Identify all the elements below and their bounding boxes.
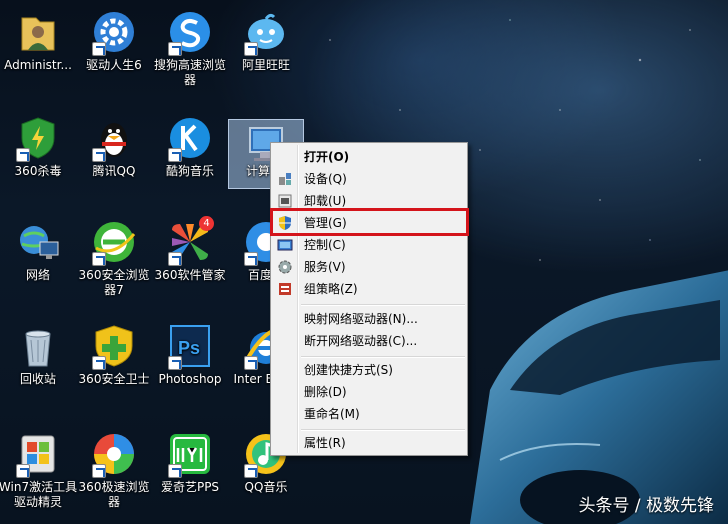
desktop-icon-iqiyi[interactable]: 爱奇艺PPS xyxy=(150,430,230,495)
desktop-icon-driver-life[interactable]: 驱动人生6 xyxy=(74,8,154,73)
shortcut-arrow-icon xyxy=(92,464,106,478)
services-gear-icon xyxy=(278,260,292,274)
desktop-icon-sogou-browser[interactable]: 搜狗高速浏览器 xyxy=(150,8,230,88)
group-policy-icon xyxy=(279,283,291,295)
desktop-icon-360-speed-browser[interactable]: 360极速浏览器 xyxy=(74,430,154,510)
menu-item-disconnect-network-drive[interactable]: 断开网络驱动器(C)... xyxy=(273,330,465,352)
network-icon xyxy=(20,226,59,259)
menu-separator xyxy=(301,304,465,306)
menu-item-properties[interactable]: 属性(R) xyxy=(273,432,465,454)
shortcut-arrow-icon xyxy=(16,464,30,478)
shortcut-arrow-icon xyxy=(244,356,258,370)
desktop-icon-network[interactable]: 网络 xyxy=(0,218,78,283)
manage-highlight-box xyxy=(270,208,469,236)
recycle-bin-icon xyxy=(25,330,51,367)
desktop-icon-win7-activator[interactable]: Win7激活工具驱动精灵 xyxy=(0,430,78,510)
desktop-icon-360-software-manager[interactable]: 4 360软件管家 xyxy=(150,216,230,283)
shortcut-arrow-icon xyxy=(244,464,258,478)
desktop-icon-qq[interactable]: 腾讯QQ xyxy=(74,114,154,179)
shortcut-arrow-icon xyxy=(92,42,106,56)
menu-item-delete[interactable]: 删除(D) xyxy=(273,381,465,403)
desktop-icon-360-antivirus[interactable]: 360杀毒 xyxy=(0,114,78,179)
menu-item-open[interactable]: 打开(O) xyxy=(273,146,465,168)
watermark: 头条号 / 极数先锋 xyxy=(578,496,714,516)
menu-item-map-network-drive[interactable]: 映射网络驱动器(N)... xyxy=(273,308,465,330)
shortcut-arrow-icon xyxy=(16,148,30,162)
svg-text:Ps: Ps xyxy=(178,338,200,358)
desktop-icon-recycle-bin[interactable]: 回收站 xyxy=(0,322,78,387)
update-count-badge: 4 xyxy=(199,216,214,231)
shortcut-arrow-icon xyxy=(168,464,182,478)
shortcut-arrow-icon xyxy=(168,42,182,56)
context-menu: 打开(O) 设备(Q) 卸载(U) 管理(G) 控制(C) 服务(V) 组策略(… xyxy=(270,142,468,456)
menu-item-group-policy[interactable]: 组策略(Z) xyxy=(273,278,465,300)
menu-item-rename[interactable]: 重命名(M) xyxy=(273,403,465,425)
user-folder-icon xyxy=(21,17,55,51)
menu-item-services[interactable]: 服务(V) xyxy=(273,256,465,278)
desktop-icon-kugou[interactable]: 酷狗音乐 xyxy=(150,114,230,179)
shortcut-arrow-icon xyxy=(92,148,106,162)
menu-item-control[interactable]: 控制(C) xyxy=(273,234,465,256)
shortcut-arrow-icon xyxy=(168,356,182,370)
desktop-icon-administrator[interactable]: Administr... xyxy=(0,8,78,73)
desktop-icon-aliwangwang[interactable]: 阿里旺旺 xyxy=(226,8,306,73)
shortcut-arrow-icon xyxy=(92,252,106,266)
control-icon xyxy=(277,239,293,251)
menu-separator xyxy=(301,429,465,431)
uninstall-icon xyxy=(278,194,292,208)
desktop-icon-photoshop[interactable]: Ps Photoshop xyxy=(150,322,230,387)
shortcut-arrow-icon xyxy=(244,252,258,266)
device-icon xyxy=(279,173,291,185)
desktop-icon-360-guard[interactable]: 360安全卫士 xyxy=(74,322,154,387)
menu-item-device[interactable]: 设备(Q) xyxy=(273,168,465,190)
shortcut-arrow-icon xyxy=(168,252,182,266)
shortcut-arrow-icon xyxy=(168,148,182,162)
shortcut-arrow-icon xyxy=(92,356,106,370)
shortcut-arrow-icon xyxy=(244,42,258,56)
menu-item-create-shortcut[interactable]: 创建快捷方式(S) xyxy=(273,359,465,381)
desktop-icon-360-browser[interactable]: 360安全浏览器7 xyxy=(74,218,154,298)
menu-separator xyxy=(301,356,465,358)
